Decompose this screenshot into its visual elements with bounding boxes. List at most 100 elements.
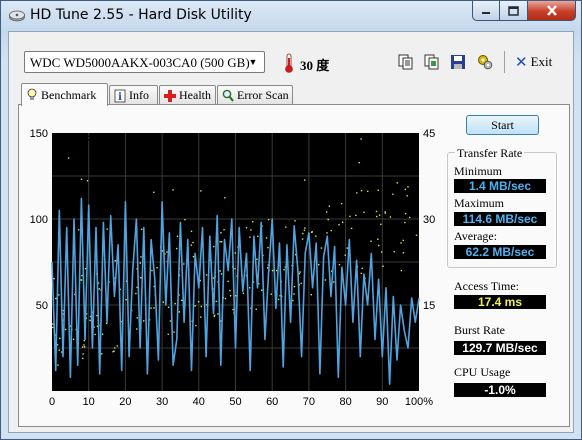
disk-app-icon	[9, 10, 25, 22]
access-time-point	[242, 292, 245, 294]
minimize-button[interactable]	[472, 1, 500, 21]
access-time-point	[220, 241, 223, 243]
access-time-point	[234, 267, 236, 270]
access-time-label: Access Time:	[454, 279, 520, 293]
x-tick-label: 100%	[405, 396, 433, 408]
x-tick-label: 80	[339, 396, 351, 408]
minimum-label: Minimum	[454, 164, 503, 178]
title-bar[interactable]: HD Tune 2.55 - Hard Disk Utility	[1, 1, 581, 29]
access-time-point	[101, 333, 104, 335]
y2-axis-label: ms	[403, 132, 418, 144]
start-button[interactable]: Start	[466, 115, 539, 135]
access-time-point	[64, 328, 67, 331]
access-time-point	[200, 190, 202, 192]
access-time-point	[324, 279, 327, 281]
transfer-rate-title: Transfer Rate	[455, 146, 525, 161]
access-time-point	[232, 308, 234, 311]
access-time-point	[83, 346, 86, 348]
access-time-point	[84, 267, 87, 270]
y-tick-label: 150	[30, 128, 48, 140]
access-time-point	[344, 254, 346, 256]
access-time-point	[404, 188, 407, 191]
access-time-point	[341, 221, 344, 223]
close-button[interactable]	[528, 1, 576, 21]
access-time-point	[59, 337, 61, 340]
access-time-point	[169, 320, 172, 322]
burst-rate-label: Burst Rate	[454, 323, 505, 337]
drive-select-value: WDC WD5000AAKX-003CA0 (500 GB)	[30, 55, 250, 70]
access-time-point	[303, 179, 306, 181]
y-axis-label: MB/sec	[53, 132, 90, 144]
access-time-point	[277, 298, 280, 301]
tab-error-scan[interactable]: Error Scan	[217, 85, 293, 105]
exit-button[interactable]: ✕ Exit	[515, 53, 552, 71]
access-time-point	[393, 251, 395, 253]
access-time-point	[200, 316, 202, 318]
access-time-point	[245, 227, 248, 229]
save-button[interactable]	[448, 52, 468, 72]
maximize-button[interactable]	[500, 1, 528, 21]
burst-rate-value: 129.7 MB/sec	[454, 341, 546, 355]
access-time-point	[89, 319, 91, 322]
access-time-point	[358, 161, 360, 164]
access-time-point	[125, 299, 127, 301]
access-time-point	[57, 364, 59, 366]
access-time-point	[270, 293, 272, 295]
access-time-point	[406, 195, 408, 197]
access-time-point	[56, 344, 59, 346]
access-time-point	[380, 223, 382, 226]
access-time-point	[299, 271, 301, 273]
access-time-point	[151, 269, 153, 272]
access-time-point	[293, 293, 295, 295]
svg-text:i: i	[118, 92, 122, 103]
access-time-point	[327, 218, 329, 221]
access-time-point	[200, 305, 202, 308]
access-time-point	[402, 252, 405, 254]
tab-error-scan-label: Error Scan	[237, 88, 289, 102]
close-icon	[546, 5, 557, 16]
access-time-point	[400, 242, 402, 244]
access-time-point	[139, 262, 141, 264]
access-time-point	[220, 273, 223, 275]
access-time-point	[318, 263, 320, 266]
access-time-point	[194, 305, 196, 307]
options-button[interactable]	[475, 52, 495, 72]
access-time-point	[249, 287, 251, 289]
access-time-point	[181, 299, 183, 302]
access-time-point	[224, 197, 226, 199]
access-time-point	[360, 138, 362, 140]
access-time-point	[174, 302, 176, 305]
access-time-point	[175, 247, 178, 250]
access-time-point	[257, 235, 259, 238]
tab-health[interactable]: Health	[159, 85, 216, 105]
access-time-point	[176, 235, 179, 238]
x-tick-label: 20	[119, 396, 131, 408]
access-time-point	[217, 313, 219, 315]
copy-screenshot-button[interactable]	[422, 52, 442, 72]
health-cross-icon	[164, 89, 176, 102]
access-time-point	[389, 216, 392, 218]
access-time-point	[234, 295, 237, 297]
tab-benchmark[interactable]: Benchmark	[21, 83, 108, 106]
thermometer-icon	[285, 53, 293, 73]
window-title: HD Tune 2.55 - Hard Disk Utility	[30, 7, 252, 23]
minimize-icon	[482, 11, 490, 14]
copy-text-button[interactable]	[396, 52, 416, 72]
access-time-point	[52, 323, 54, 325]
access-time-point	[346, 247, 348, 249]
cpu-usage-value: -1.0%	[454, 383, 546, 397]
access-time-point	[80, 178, 83, 180]
access-time-point	[333, 281, 335, 283]
access-time-point	[192, 241, 194, 244]
access-time-point	[392, 193, 394, 195]
access-time-point	[183, 263, 185, 265]
access-time-point	[338, 263, 341, 266]
x-tick-label: 40	[193, 396, 205, 408]
access-time-point	[350, 227, 353, 230]
access-time-point	[404, 221, 406, 224]
access-time-point	[402, 239, 404, 242]
drive-select[interactable]: WDC WD5000AAKX-003CA0 (500 GB) ▼	[24, 51, 265, 73]
access-time-point	[320, 247, 323, 249]
tab-info[interactable]: i Info	[109, 85, 158, 105]
access-time-point	[380, 251, 383, 253]
